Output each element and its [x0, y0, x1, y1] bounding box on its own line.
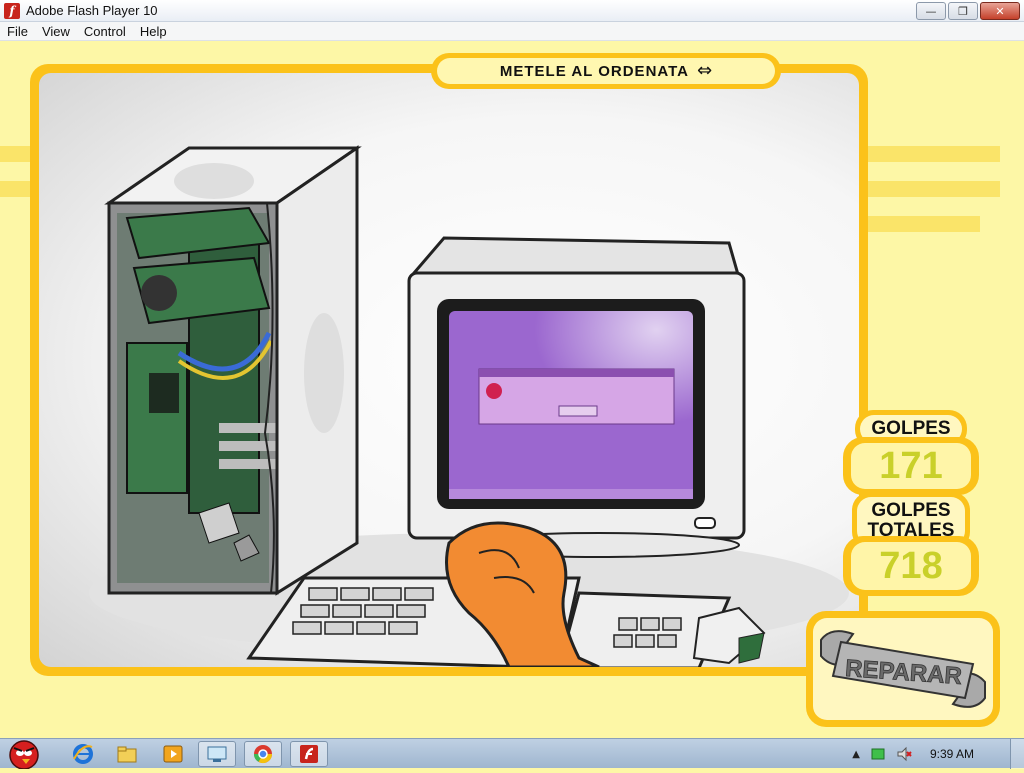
- total-hits-counter: 718: [843, 536, 979, 596]
- media-player-icon[interactable]: [154, 741, 192, 767]
- clock[interactable]: 9:39 AM: [930, 747, 974, 761]
- window-title: Adobe Flash Player 10: [26, 3, 158, 18]
- volume-muted-icon[interactable]: [896, 746, 912, 762]
- hits-counter: 171: [843, 437, 979, 495]
- network-icon[interactable]: [870, 746, 886, 762]
- background-stripe: [860, 216, 980, 232]
- system-tray: ▲ 9:39 AM: [852, 739, 974, 769]
- menu-bar: File View Control Help: [0, 22, 1024, 41]
- minimize-button[interactable]: —: [916, 2, 946, 20]
- menu-file[interactable]: File: [0, 24, 35, 39]
- taskbar: ▲ 9:39 AM: [0, 738, 1024, 770]
- file-explorer-icon[interactable]: [108, 741, 146, 767]
- background-stripe: [860, 181, 1000, 197]
- start-button[interactable]: [2, 731, 46, 770]
- remote-desktop-icon[interactable]: [198, 741, 236, 767]
- menu-control[interactable]: Control: [77, 24, 133, 39]
- menu-help[interactable]: Help: [133, 24, 174, 39]
- broken-computer-illustration: [89, 145, 849, 667]
- game-title: METELE AL ORDENATA: [499, 62, 689, 80]
- game-frame: [30, 64, 868, 676]
- internet-explorer-icon[interactable]: [64, 741, 102, 767]
- menu-view[interactable]: View: [35, 24, 77, 39]
- swap-arrows-icon[interactable]: ⇔: [697, 62, 712, 80]
- chrome-icon[interactable]: [244, 741, 282, 767]
- close-button[interactable]: ✕: [980, 2, 1020, 20]
- flash-player-icon[interactable]: [290, 741, 328, 767]
- game-stage[interactable]: METELE AL ORDENATA ⇔ GOLPES 171 GOLPES TO…: [0, 41, 1024, 738]
- restore-button[interactable]: ❐: [948, 2, 978, 20]
- show-desktop-button[interactable]: [1010, 739, 1024, 769]
- flash-icon: f: [4, 2, 20, 19]
- angry-birds-icon: [9, 740, 39, 770]
- background-stripe: [860, 146, 1000, 162]
- total-hits-label-line1: GOLPES: [871, 500, 951, 522]
- repair-button[interactable]: REPARAR: [806, 611, 1000, 727]
- total-hits-value: 718: [879, 544, 943, 587]
- hits-value: 171: [879, 444, 943, 487]
- game-title-banner: METELE AL ORDENATA ⇔: [431, 53, 781, 89]
- show-hidden-icons-icon[interactable]: ▲: [852, 749, 860, 760]
- wrench-icon: REPARAR: [820, 630, 986, 708]
- window-title-bar[interactable]: f Adobe Flash Player 10 — ❐ ✕: [0, 0, 1024, 22]
- computer-scene[interactable]: [39, 73, 859, 667]
